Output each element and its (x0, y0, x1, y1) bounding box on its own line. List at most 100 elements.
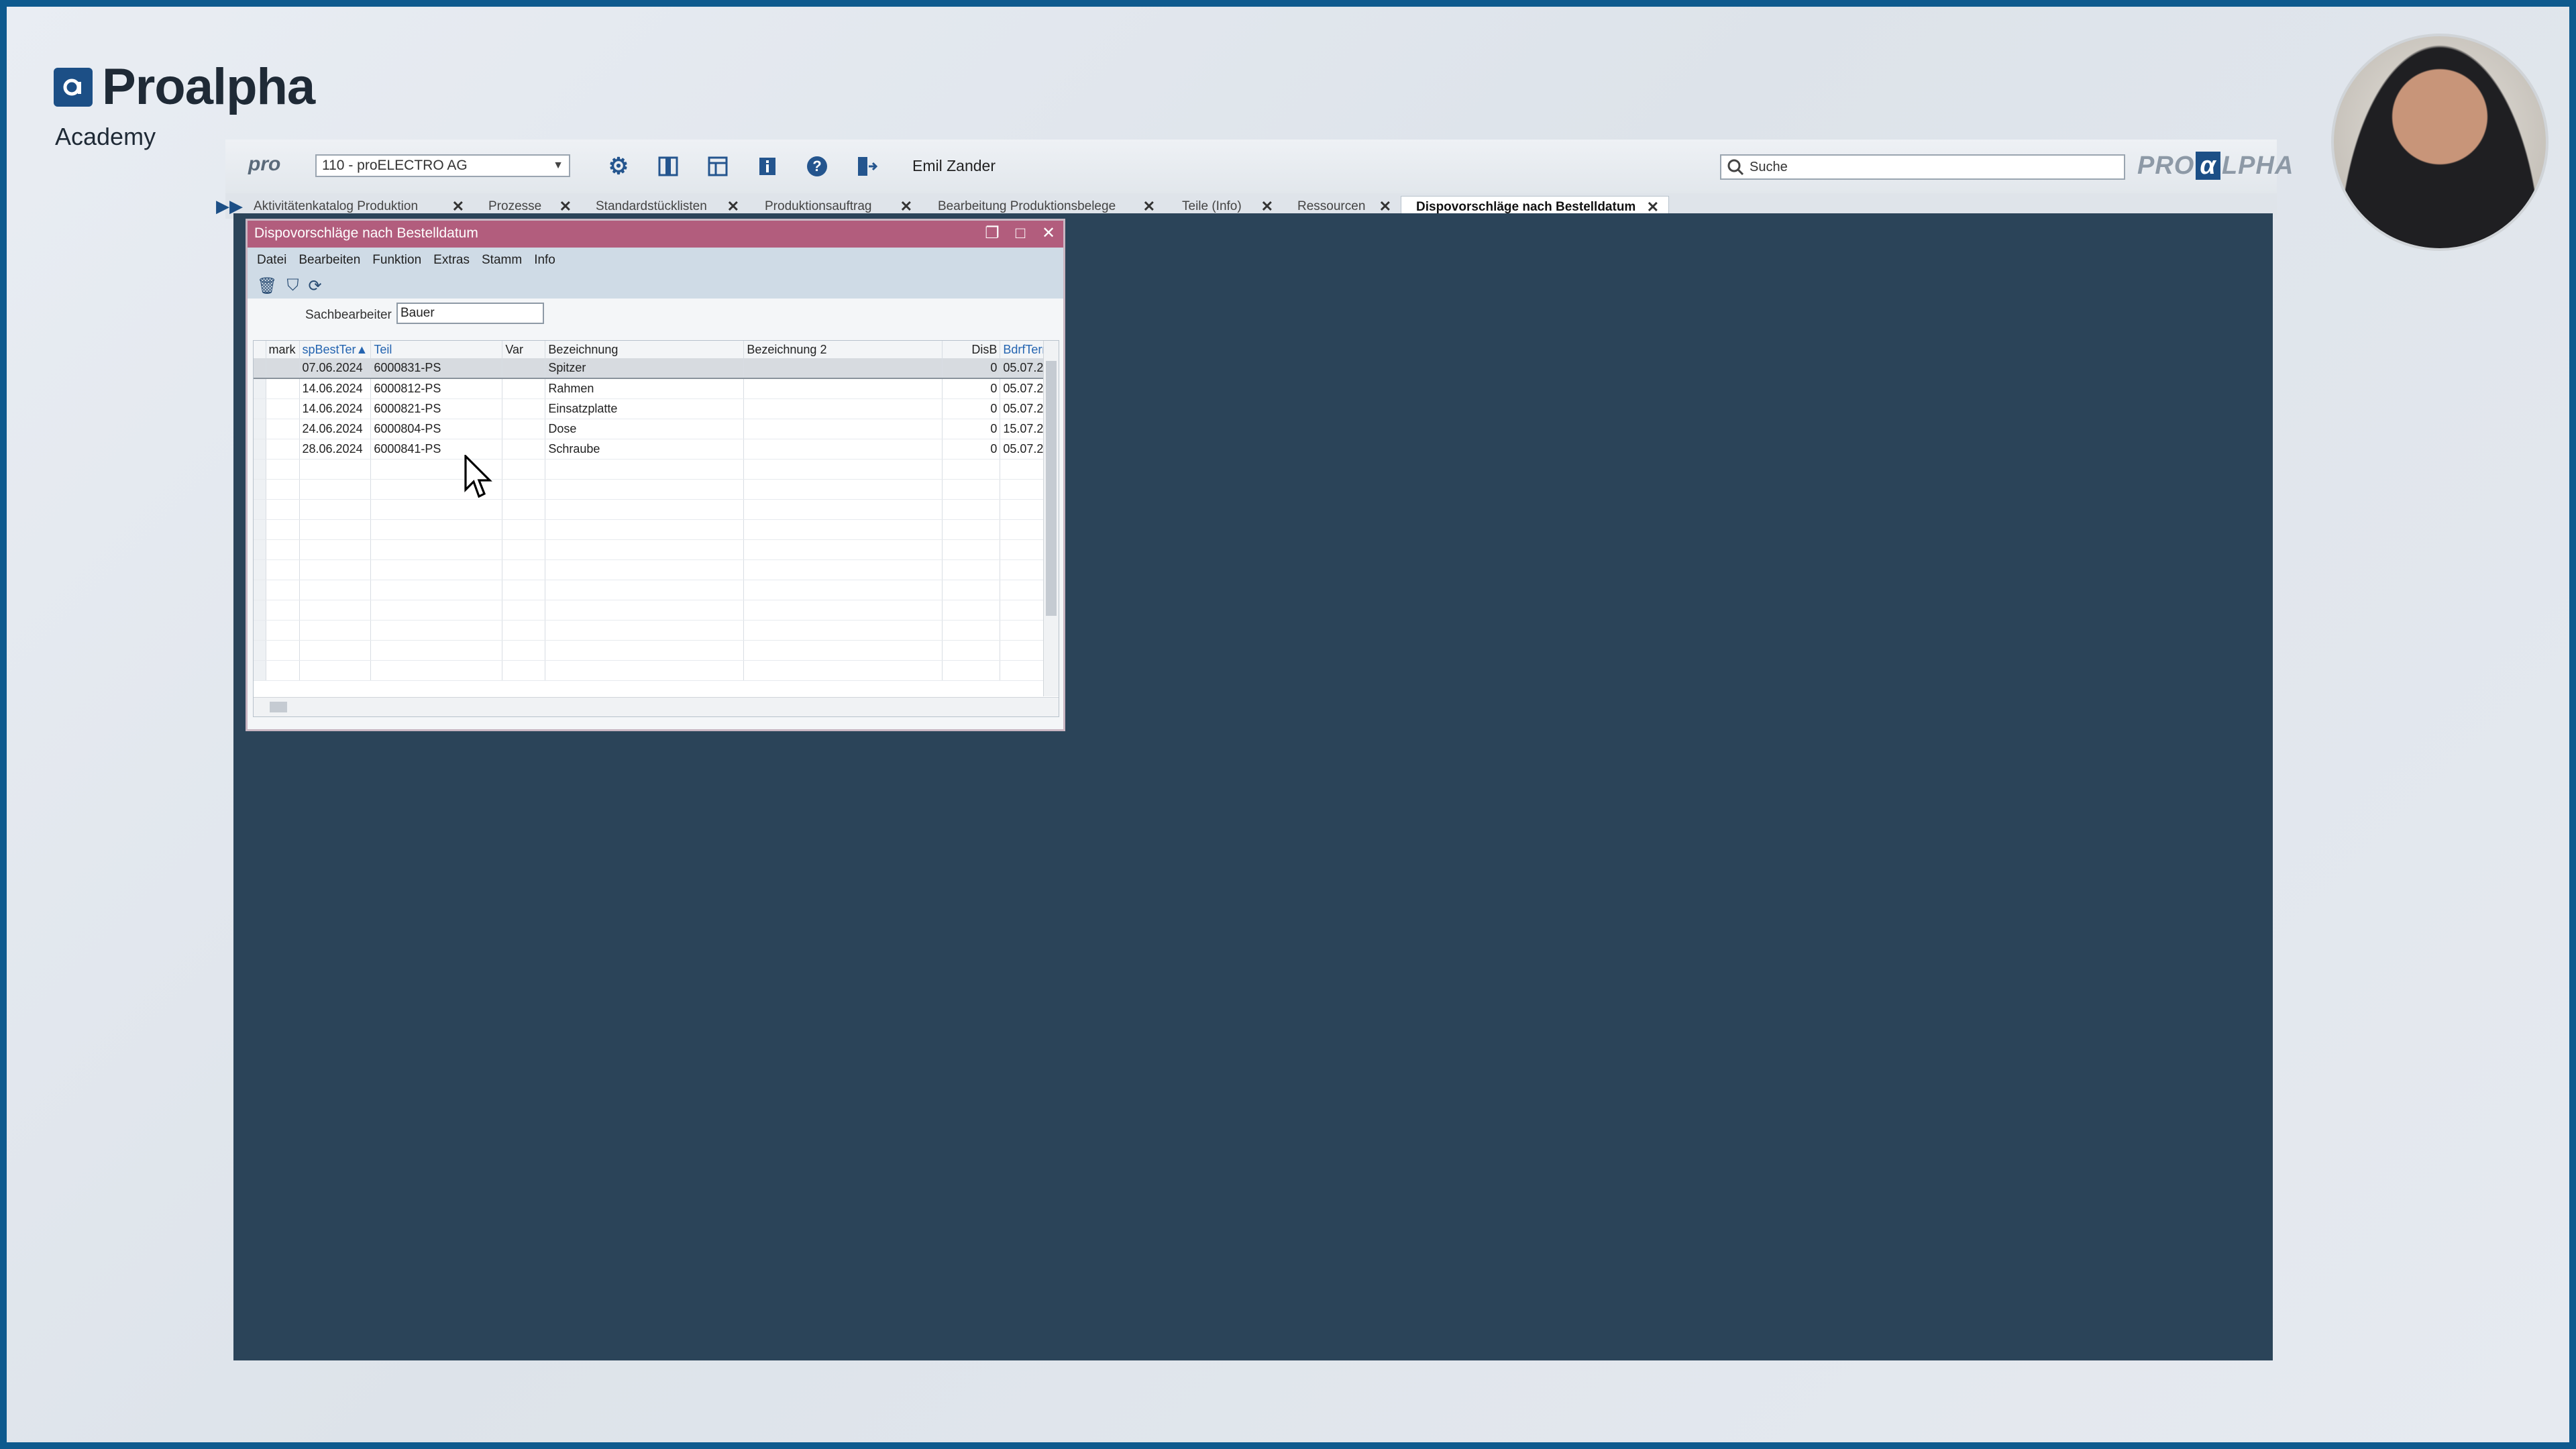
table-cell (370, 600, 503, 621)
col-header-teil[interactable]: Teil (370, 341, 503, 358)
table-row[interactable] (254, 459, 1054, 480)
row-selector[interactable] (254, 358, 266, 379)
table-cell: 6000812-PS (370, 378, 503, 399)
menu-funktion[interactable]: Funktion (372, 253, 421, 268)
table-cell (266, 519, 300, 540)
table-cell: 0 (942, 378, 1001, 399)
row-selector[interactable] (254, 600, 266, 621)
table-row[interactable] (254, 660, 1054, 681)
sachbearbeiter-input[interactable]: Bauer (396, 303, 544, 324)
table-cell (266, 479, 300, 500)
table-row[interactable] (254, 580, 1054, 600)
pro-logo[interactable]: pro (248, 153, 280, 176)
filter-icon[interactable]: ⛉ (286, 276, 299, 295)
table-cell (502, 358, 546, 379)
help-icon[interactable]: ? (804, 153, 830, 180)
search-input[interactable]: Suche (1720, 154, 2125, 180)
menu-info[interactable]: Info (534, 253, 555, 268)
table-cell (266, 459, 300, 480)
layout-icon[interactable] (704, 153, 731, 180)
logout-icon[interactable] (853, 153, 880, 180)
horizontal-scrollbar[interactable] (254, 697, 1059, 716)
search-placeholder: Suche (1750, 160, 1788, 174)
row-selector[interactable] (254, 660, 266, 681)
row-selector[interactable] (254, 640, 266, 661)
table-cell (942, 620, 1001, 641)
table-cell (502, 620, 546, 641)
close-icon[interactable]: ✕ (1039, 223, 1058, 244)
sachbearbeiter-label: Sachbearbeiter (305, 308, 392, 322)
table-cell (942, 640, 1001, 661)
row-selector[interactable] (254, 439, 266, 460)
row-selector[interactable] (254, 620, 266, 641)
table-cell (545, 600, 745, 621)
panel-icon[interactable] (655, 153, 682, 180)
table-cell (743, 620, 943, 641)
table-row[interactable]: 28.06.2024 6000841-PS Schraube 0 05.07.20 (254, 439, 1054, 460)
gear-icon[interactable]: ⚙ (605, 153, 632, 180)
table-row[interactable]: 24.06.2024 6000804-PS Dose 0 15.07.20 (254, 419, 1054, 439)
table-row[interactable]: 14.06.2024 6000821-PS Einsatzplatte 0 05.07.… (254, 398, 1054, 419)
table-row[interactable] (254, 539, 1054, 560)
table-cell (502, 398, 546, 419)
table-cell (266, 620, 300, 641)
row-selector[interactable] (254, 539, 266, 560)
company-select[interactable]: 110 - proELECTRO AG ▼ (315, 154, 570, 177)
table-row[interactable] (254, 559, 1054, 580)
restore-icon[interactable]: ❐ (983, 223, 1002, 244)
menu-extras[interactable]: Extras (433, 253, 470, 268)
col-header-mark[interactable]: mark (266, 341, 300, 358)
row-selector[interactable] (254, 519, 266, 540)
table-row[interactable] (254, 600, 1054, 621)
table-row[interactable] (254, 640, 1054, 661)
table-cell: 24.06.2024 (299, 419, 372, 439)
table-row[interactable]: 14.06.2024 6000812-PS Rahmen 0 05.07.20 (254, 378, 1054, 399)
col-header-spbestter[interactable]: spBestTer▲ (299, 341, 372, 358)
table-cell (299, 459, 372, 480)
col-header-disb[interactable]: DisB (942, 341, 1001, 358)
col-header-bezeichnung2[interactable]: Bezeichnung 2 (743, 341, 943, 358)
trash-icon[interactable]: 🗑 (257, 276, 277, 296)
table-cell (743, 559, 943, 580)
row-selector[interactable] (254, 398, 266, 419)
row-selector[interactable] (254, 459, 266, 480)
table-cell (743, 499, 943, 520)
table-cell (502, 439, 546, 460)
row-selector[interactable] (254, 378, 266, 399)
table-cell (545, 640, 745, 661)
row-selector[interactable] (254, 419, 266, 439)
row-selector[interactable] (254, 479, 266, 500)
row-selector[interactable] (254, 559, 266, 580)
menu-stamm[interactable]: Stamm (482, 253, 522, 268)
row-selector[interactable] (254, 580, 266, 600)
table-cell (299, 580, 372, 600)
table-cell (299, 600, 372, 621)
grid-header: mark spBestTer▲ Teil Var Bezeichnung Bez… (254, 341, 1054, 358)
menu-datei[interactable]: Datei (257, 253, 286, 268)
table-cell: 14.06.2024 (299, 378, 372, 399)
table-row[interactable]: 07.06.2024 6000831-PS Spitzer 0 05.07.20 (254, 358, 1054, 379)
vertical-scrollbar[interactable] (1043, 341, 1059, 696)
table-row[interactable] (254, 519, 1054, 540)
table-cell (743, 539, 943, 560)
table-cell (370, 580, 503, 600)
info-icon[interactable] (754, 153, 781, 180)
brand: Proalpha Academy (54, 58, 315, 151)
table-row[interactable] (254, 620, 1054, 641)
table-cell (502, 499, 546, 520)
table-cell: Dose (545, 419, 745, 439)
menu-bearbeiten[interactable]: Bearbeiten (299, 253, 360, 268)
refresh-icon[interactable]: ⟳ (308, 276, 321, 296)
table-row[interactable] (254, 499, 1054, 520)
table-cell (545, 620, 745, 641)
maximize-icon[interactable]: □ (1011, 223, 1030, 244)
table-row[interactable] (254, 479, 1054, 500)
dialog-title-bar[interactable]: Dispovorschläge nach Bestelldatum ❐ □ ✕ (248, 221, 1063, 248)
col-header-bezeichnung[interactable]: Bezeichnung (545, 341, 745, 358)
col-header-var[interactable]: Var (502, 341, 546, 358)
row-selector[interactable] (254, 499, 266, 520)
table-cell (545, 499, 745, 520)
table-cell (743, 378, 943, 399)
table-cell (942, 499, 1001, 520)
table-cell (502, 640, 546, 661)
